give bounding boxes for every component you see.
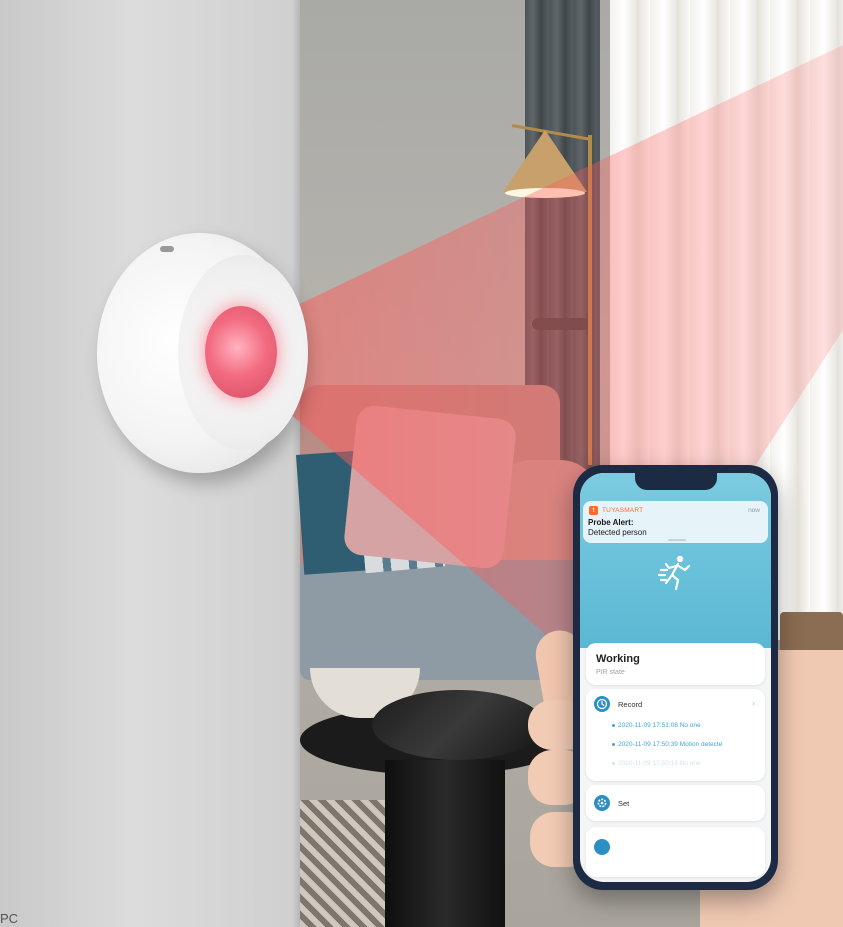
phone-notch <box>635 473 717 490</box>
pir-state-label: PIR state <box>596 669 625 676</box>
gear-icon <box>594 795 610 811</box>
running-person-icon <box>658 555 691 591</box>
more-icon <box>594 839 610 855</box>
record-entry: 2020-11-09 17:51:08 No one <box>612 722 701 729</box>
device-hero-panel <box>580 473 771 648</box>
record-entry: 2020-11-09 17:50:39 Motion detecte <box>612 741 722 748</box>
push-notification[interactable]: t TUYASMART now Probe Alert: Detected pe… <box>583 501 768 543</box>
settings-card[interactable]: Set <box>586 785 765 821</box>
record-label: Record <box>618 700 643 709</box>
notification-app-name: TUYASMART <box>602 507 644 514</box>
status-card: Working PIR state <box>586 643 765 685</box>
corner-text: PC <box>0 911 19 926</box>
product-scene: t TUYASMART now Probe Alert: Detected pe… <box>0 0 843 927</box>
record-entry: 2020-11-09 17:50:18 No one <box>612 760 701 767</box>
notification-body: Detected person <box>588 528 647 537</box>
pir-state-value: Working <box>596 653 640 665</box>
notification-handle <box>668 539 686 541</box>
tuya-logo-icon: t <box>589 506 598 515</box>
chevron-right-icon: › <box>752 698 755 708</box>
more-card[interactable] <box>586 827 765 877</box>
phone-screen: t TUYASMART now Probe Alert: Detected pe… <box>580 473 771 882</box>
record-card[interactable]: Record › 2020-11-09 17:51:08 No one 2020… <box>586 689 765 781</box>
notification-time: now <box>748 507 760 514</box>
clock-icon <box>594 696 610 712</box>
settings-label: Set <box>618 799 630 808</box>
notification-title: Probe Alert: <box>588 518 634 527</box>
pir-sensor-lens <box>205 306 277 398</box>
pir-sensor-indicator <box>160 246 174 252</box>
